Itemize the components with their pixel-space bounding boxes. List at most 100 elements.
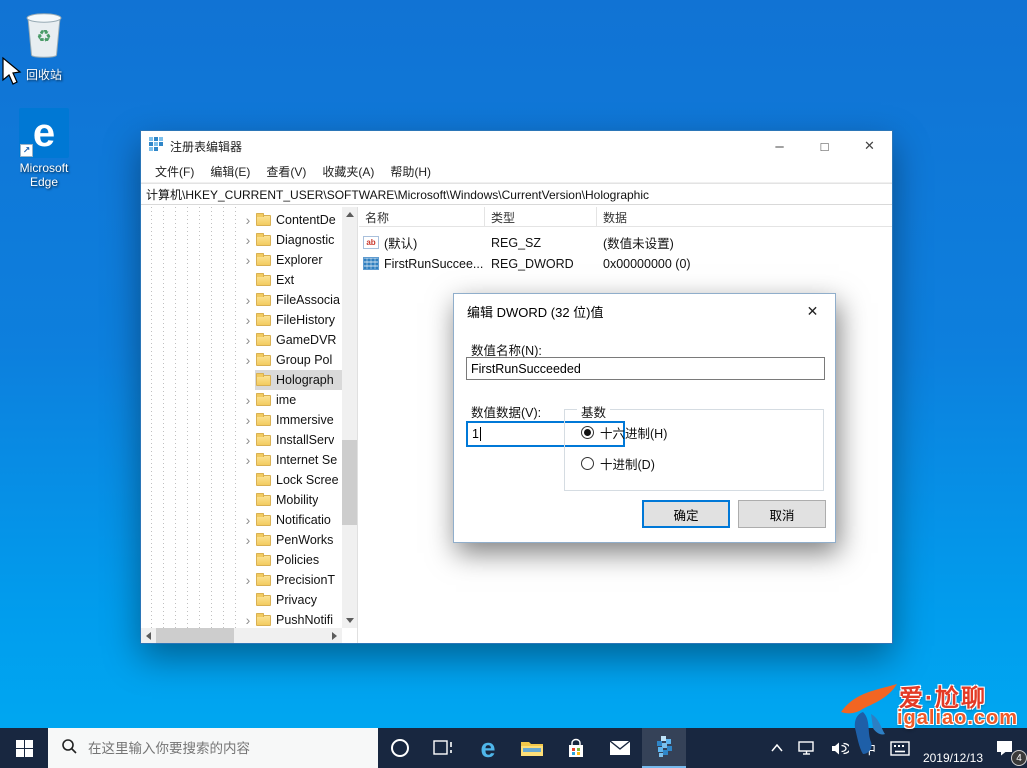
recycle-bin-shortcut[interactable]: ♻ 回收站 bbox=[8, 8, 80, 82]
tree-item-body[interactable]: GameDVR bbox=[255, 330, 342, 350]
tree-vertical-scrollbar[interactable] bbox=[342, 207, 357, 628]
vertical-scroll-thumb[interactable] bbox=[342, 440, 357, 525]
expand-chevron-icon[interactable]: › bbox=[241, 450, 255, 470]
edge-taskbar-button[interactable]: e bbox=[466, 728, 510, 768]
start-button[interactable] bbox=[0, 728, 48, 768]
taskbar-clock[interactable]: 2019/12/13 bbox=[917, 728, 989, 768]
expand-chevron-icon[interactable]: › bbox=[241, 530, 255, 550]
tree-item-body[interactable]: InstallServ bbox=[255, 430, 342, 450]
hidden-icons-button[interactable] bbox=[764, 728, 790, 768]
menu-favorites[interactable]: 收藏夹(A) bbox=[314, 163, 382, 180]
scroll-left-icon[interactable] bbox=[141, 628, 156, 643]
close-button[interactable]: ✕ bbox=[847, 131, 892, 161]
tree-item-body[interactable]: Notificatio bbox=[255, 510, 342, 530]
tree-item-notificatio[interactable]: › Notificatio bbox=[141, 510, 342, 530]
search-input[interactable] bbox=[86, 739, 356, 757]
tree-item-fileassocia[interactable]: › FileAssocia bbox=[141, 290, 342, 310]
scroll-right-icon[interactable] bbox=[327, 628, 342, 643]
tree-item-body[interactable]: Policies bbox=[255, 550, 342, 570]
touch-keyboard-button[interactable] bbox=[883, 728, 917, 768]
menu-file[interactable]: 文件(F) bbox=[147, 163, 202, 180]
expand-chevron-icon[interactable]: › bbox=[241, 430, 255, 450]
ime-indicator[interactable]: 中 bbox=[856, 728, 883, 768]
minimize-button[interactable]: – bbox=[757, 131, 802, 161]
tree-item-pushnotifi[interactable]: › PushNotifi bbox=[141, 610, 342, 628]
store-button[interactable] bbox=[554, 728, 598, 768]
column-type[interactable]: 类型 bbox=[485, 207, 597, 226]
tree-item-gamedvr[interactable]: › GameDVR bbox=[141, 330, 342, 350]
tree-item-privacy[interactable]: Privacy bbox=[141, 590, 342, 610]
file-explorer-button[interactable] bbox=[510, 728, 554, 768]
column-data[interactable]: 数据 bbox=[597, 207, 892, 226]
expand-chevron-icon[interactable]: › bbox=[241, 310, 255, 330]
tree-item-immersive[interactable]: › Immersive bbox=[141, 410, 342, 430]
menu-edit[interactable]: 编辑(E) bbox=[202, 163, 258, 180]
value-name-input[interactable]: FirstRunSucceeded bbox=[466, 357, 825, 380]
expand-chevron-icon[interactable]: › bbox=[241, 610, 255, 628]
tree-item-installserv[interactable]: › InstallServ bbox=[141, 430, 342, 450]
tree-item-body[interactable]: PenWorks bbox=[255, 530, 342, 550]
tree-item-body[interactable]: ime bbox=[255, 390, 342, 410]
tree-item-body[interactable]: Diagnostic bbox=[255, 230, 342, 250]
expand-chevron-icon[interactable]: › bbox=[241, 330, 255, 350]
expand-chevron-icon[interactable]: › bbox=[241, 250, 255, 270]
tree-item-body[interactable]: Immersive bbox=[255, 410, 342, 430]
task-view-button[interactable] bbox=[422, 728, 466, 768]
expand-chevron-icon[interactable]: › bbox=[241, 290, 255, 310]
tree-item-mobility[interactable]: Mobility bbox=[141, 490, 342, 510]
expand-chevron-icon[interactable]: › bbox=[241, 570, 255, 590]
column-name[interactable]: 名称 bbox=[359, 207, 485, 226]
tree-item-filehistory[interactable]: › FileHistory bbox=[141, 310, 342, 330]
tree-item-ext[interactable]: Ext bbox=[141, 270, 342, 290]
expand-chevron-icon[interactable]: › bbox=[241, 390, 255, 410]
tree-item-internet-se[interactable]: › Internet Se bbox=[141, 450, 342, 470]
tree-item-holograph[interactable]: Holograph bbox=[141, 370, 342, 390]
registry-value-row[interactable]: FirstRunSuccee... REG_DWORD 0x00000000 (0) bbox=[359, 253, 892, 274]
tree-item-body[interactable]: Explorer bbox=[255, 250, 342, 270]
expand-chevron-icon[interactable]: › bbox=[241, 210, 255, 230]
radio-hexadecimal[interactable]: 十六进制(H) bbox=[581, 423, 667, 442]
scroll-up-icon[interactable] bbox=[342, 207, 357, 222]
menu-help[interactable]: 帮助(H) bbox=[382, 163, 439, 180]
edge-shortcut[interactable]: e ↗ Microsoft Edge bbox=[8, 108, 80, 189]
tree-item-body[interactable]: Ext bbox=[255, 270, 342, 290]
radio-decimal[interactable]: 十进制(D) bbox=[581, 454, 655, 473]
expand-chevron-icon[interactable]: › bbox=[241, 510, 255, 530]
mail-button[interactable] bbox=[598, 728, 642, 768]
tree-item-penworks[interactable]: › PenWorks bbox=[141, 530, 342, 550]
expand-chevron-icon[interactable]: › bbox=[241, 350, 255, 370]
tree-item-lock-scree[interactable]: Lock Scree bbox=[141, 470, 342, 490]
tree-item-policies[interactable]: Policies bbox=[141, 550, 342, 570]
tree-item-group-pol[interactable]: › Group Pol bbox=[141, 350, 342, 370]
scroll-down-icon[interactable] bbox=[342, 613, 357, 628]
tree-item-diagnostic[interactable]: › Diagnostic bbox=[141, 230, 342, 250]
cortana-button[interactable] bbox=[378, 728, 422, 768]
tree-horizontal-scrollbar[interactable] bbox=[141, 628, 342, 643]
tree-item-body[interactable]: Internet Se bbox=[255, 450, 342, 470]
regedit-taskbar-button[interactable] bbox=[642, 728, 686, 768]
expand-chevron-icon[interactable]: › bbox=[241, 230, 255, 250]
tree-item-body[interactable]: FileHistory bbox=[255, 310, 342, 330]
maximize-button[interactable]: □ bbox=[802, 131, 847, 161]
tree-item-body[interactable]: Group Pol bbox=[255, 350, 342, 370]
tree-item-body[interactable]: PushNotifi bbox=[255, 610, 342, 628]
tree-item-contentde[interactable]: › ContentDe bbox=[141, 210, 342, 230]
network-button[interactable] bbox=[790, 728, 823, 768]
dialog-close-icon[interactable]: ✕ bbox=[790, 294, 835, 328]
address-bar[interactable]: 计算机\HKEY_CURRENT_USER\SOFTWARE\Microsoft… bbox=[141, 183, 892, 205]
tree-item-body[interactable]: ContentDe bbox=[255, 210, 342, 230]
action-center-button[interactable]: 4 bbox=[989, 728, 1027, 768]
taskbar-search[interactable] bbox=[48, 728, 378, 768]
tree-item-ime[interactable]: › ime bbox=[141, 390, 342, 410]
tree-item-body[interactable]: Mobility bbox=[255, 490, 342, 510]
ok-button[interactable]: 确定 bbox=[642, 500, 730, 528]
volume-button[interactable] bbox=[823, 728, 856, 768]
cancel-button[interactable]: 取消 bbox=[738, 500, 826, 528]
tree-item-body[interactable]: Lock Scree bbox=[255, 470, 342, 490]
tree-item-body[interactable]: PrecisionT bbox=[255, 570, 342, 590]
tree-item-explorer[interactable]: › Explorer bbox=[141, 250, 342, 270]
horizontal-scroll-thumb[interactable] bbox=[156, 628, 234, 643]
registry-value-row[interactable]: ab (默认) REG_SZ (数值未设置) bbox=[359, 232, 892, 253]
tree-selected-highlight[interactable]: Holograph bbox=[255, 370, 342, 390]
expand-chevron-icon[interactable]: › bbox=[241, 410, 255, 430]
